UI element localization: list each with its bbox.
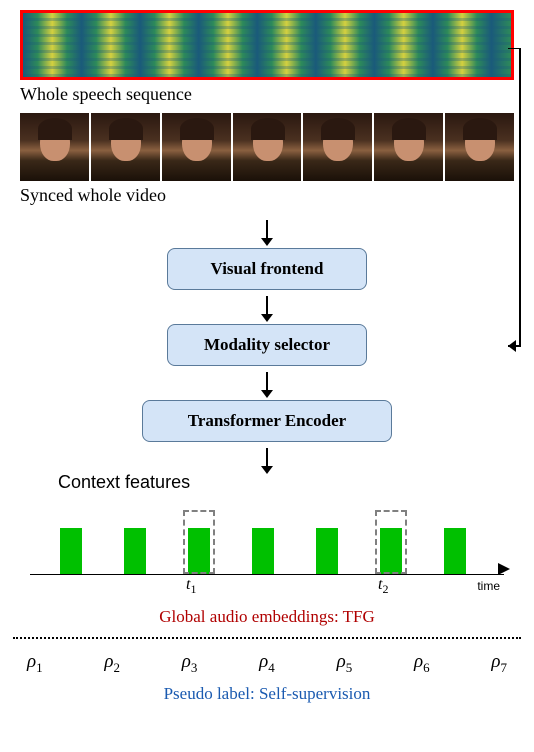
pseudo-label: Pseudo label: Self-supervision	[164, 684, 371, 704]
video-frames-row	[20, 113, 514, 181]
arrow-down-icon	[257, 448, 277, 474]
video-frame	[91, 113, 160, 181]
feature-bar	[124, 528, 146, 574]
feature-bar	[316, 528, 338, 574]
t2-label: t2	[378, 576, 388, 597]
tfg-label: Global audio embeddings: TFG	[159, 607, 374, 627]
visual-frontend-box: Visual frontend	[167, 248, 367, 290]
synced-video-label: Synced whole video	[20, 185, 166, 206]
feature-bar	[60, 528, 82, 574]
video-frame	[303, 113, 372, 181]
modality-selector-box: Modality selector	[167, 324, 367, 366]
video-frame	[162, 113, 231, 181]
selected-feature-box	[375, 510, 407, 574]
side-connector-arrow	[508, 48, 526, 358]
video-frame	[20, 113, 89, 181]
video-frame	[445, 113, 514, 181]
rho-item: ρ6	[414, 651, 430, 676]
transformer-encoder-box: Transformer Encoder	[142, 400, 392, 442]
feature-bar	[252, 528, 274, 574]
rho-item: ρ3	[182, 651, 198, 676]
arrow-down-icon	[257, 220, 277, 246]
video-frame	[233, 113, 302, 181]
spectrogram	[20, 10, 514, 80]
rho-row: ρ1 ρ2 ρ3 ρ4 ρ5 ρ6 ρ7	[27, 651, 507, 676]
rho-item: ρ5	[337, 651, 353, 676]
rho-item: ρ4	[259, 651, 275, 676]
axis-arrow-icon	[498, 562, 510, 580]
time-label: time	[477, 579, 500, 593]
rho-item: ρ7	[491, 651, 507, 676]
selected-feature-box	[183, 510, 215, 574]
rho-item: ρ2	[104, 651, 120, 676]
features-timeline: time t1 t2	[20, 485, 514, 605]
arrow-down-icon	[257, 296, 277, 322]
feature-bar	[444, 528, 466, 574]
speech-sequence-label: Whole speech sequence	[20, 84, 192, 105]
t1-label: t1	[186, 576, 196, 597]
arrow-down-icon	[257, 372, 277, 398]
separator	[13, 637, 521, 639]
rho-item: ρ1	[27, 651, 43, 676]
video-frame	[374, 113, 443, 181]
